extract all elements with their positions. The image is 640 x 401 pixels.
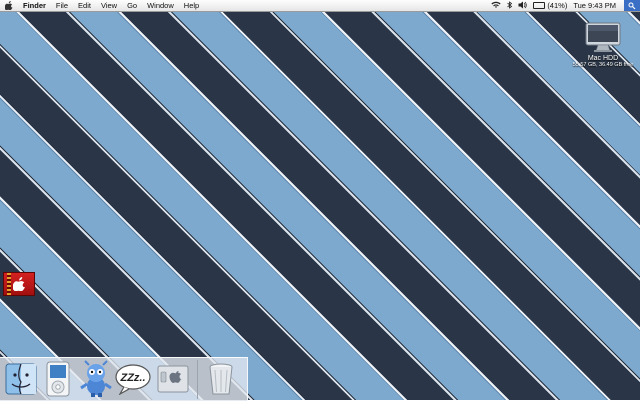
trash-icon[interactable] <box>203 360 239 398</box>
menu-edit[interactable]: Edit <box>73 0 96 11</box>
wifi-icon[interactable] <box>491 1 501 11</box>
desktop-wallpaper <box>0 0 640 400</box>
apple-menu-icon[interactable] <box>0 0 18 11</box>
menubar-clock[interactable]: Tue 9:43 PM <box>573 1 618 10</box>
menu-help[interactable]: Help <box>179 0 204 11</box>
volume-icon[interactable] <box>518 1 527 11</box>
hard-drive-icon <box>584 20 622 54</box>
sleep-label: ZZz.. <box>119 372 145 384</box>
finder-icon[interactable] <box>3 360 39 398</box>
desktop-disk[interactable]: Mac HDD 55.57 GB, 36.49 GB free <box>566 20 640 68</box>
menu-finder[interactable]: Finder <box>18 0 51 11</box>
battery-percent: (41%) <box>547 1 568 10</box>
battery-icon <box>533 2 546 9</box>
menu-window[interactable]: Window <box>142 0 179 11</box>
red-apple-file-icon[interactable] <box>3 272 35 296</box>
menu-bar: Finder File Edit View Go Window Help (41… <box>0 0 640 12</box>
dock-separator <box>197 360 198 399</box>
battery-indicator[interactable]: (41%) <box>533 1 567 10</box>
menu-view[interactable]: View <box>96 0 122 11</box>
disk-info: 55.57 GB, 36.49 GB free <box>572 62 634 68</box>
bluetooth-icon[interactable] <box>507 0 513 11</box>
spotlight-icon[interactable] <box>624 0 640 11</box>
ipod-icon[interactable] <box>40 360 76 398</box>
menu-file[interactable]: File <box>51 0 73 11</box>
status-area: (41%) Tue 9:43 PM <box>488 0 640 11</box>
dock: ZZz.. <box>0 357 248 401</box>
yahoo-widget-icon[interactable] <box>78 360 114 398</box>
apple-preferences-icon[interactable] <box>155 360 191 398</box>
file-stripe <box>7 273 11 295</box>
menu-go[interactable]: Go <box>122 0 142 11</box>
sleep-zzz-icon[interactable]: ZZz.. <box>113 360 153 398</box>
disk-name: Mac HDD <box>587 55 619 62</box>
